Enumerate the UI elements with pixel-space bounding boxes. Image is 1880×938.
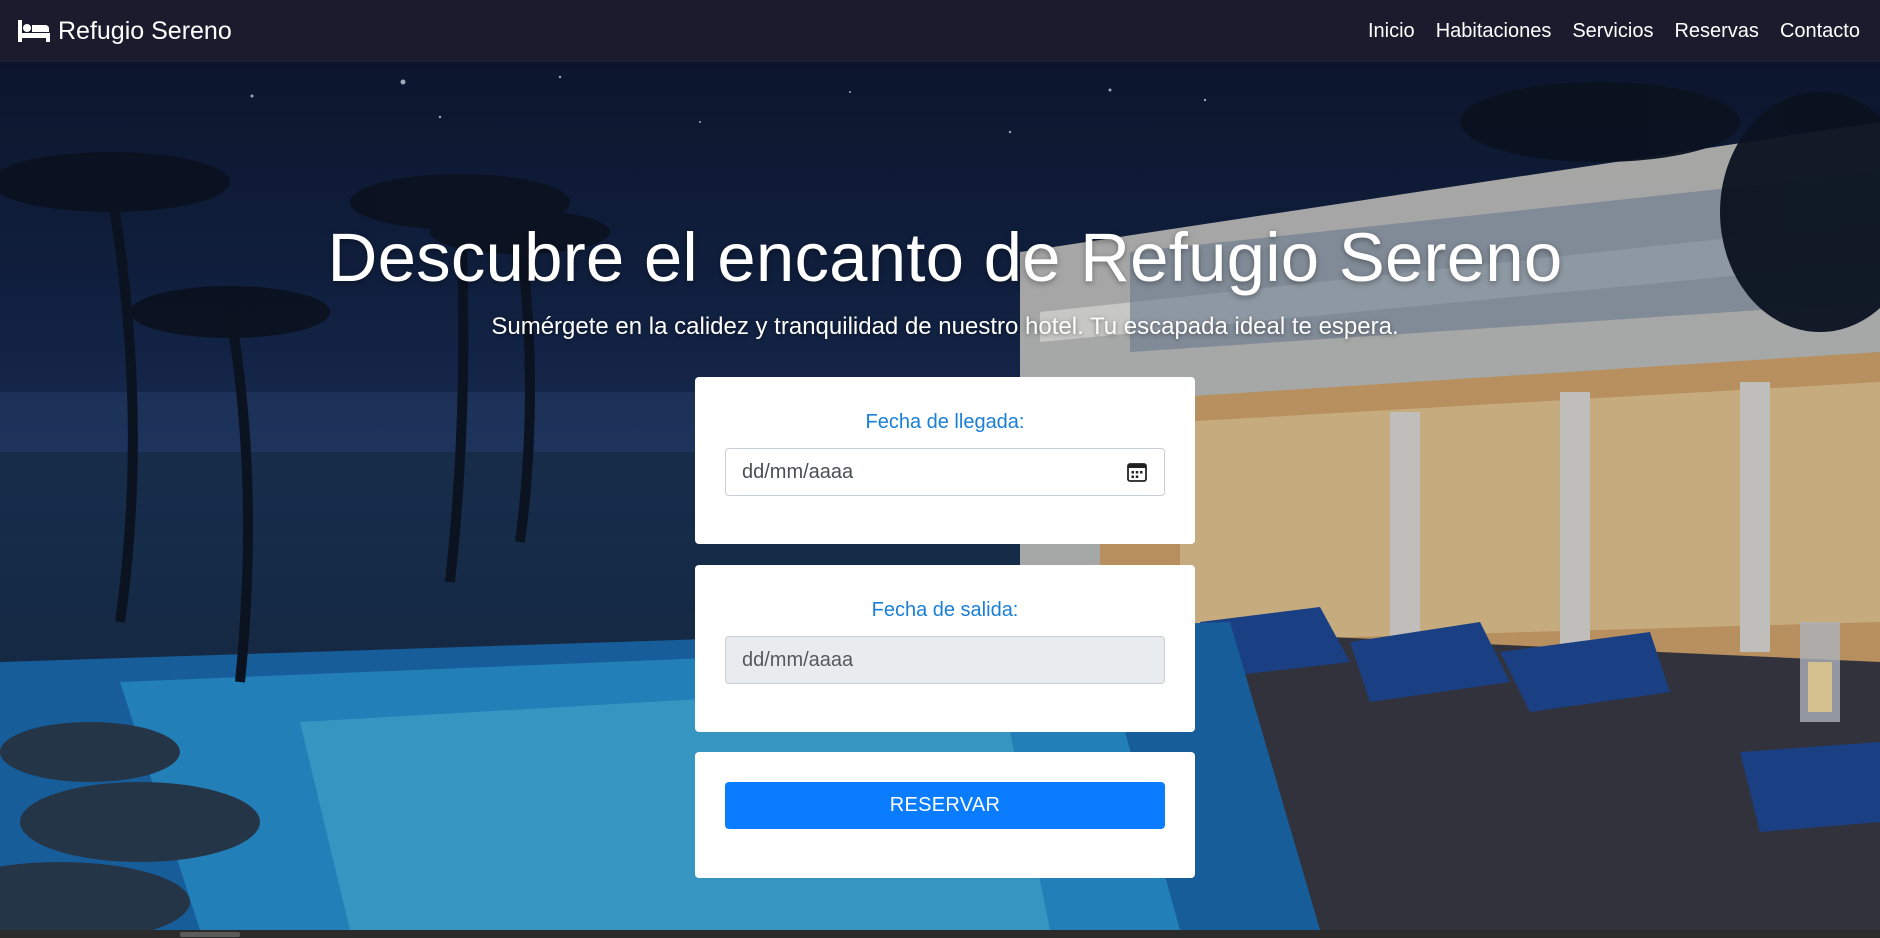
brand-name: Refugio Sereno [58,16,232,45]
nav-link-contacto[interactable]: Contacto [1780,20,1860,43]
arrival-date-card: Fecha de llegada: dd/mm/aaaa [695,377,1195,544]
arrival-date-label: Fecha de llegada: [865,411,1025,433]
scrollbar-thumb[interactable] [180,932,240,937]
calendar-icon[interactable] [1126,461,1148,483]
brand-link[interactable]: Refugio Sereno [18,17,232,46]
nav-link-servicios[interactable]: Servicios [1572,20,1653,43]
reserve-card: RESERVAR [695,752,1195,878]
hero-title: Descubre el encanto de Refugio Sereno [327,219,1563,296]
reserve-button[interactable]: RESERVAR [725,782,1165,829]
departure-date-card: Fecha de salida: dd/mm/aaaa [695,565,1195,732]
departure-date-input[interactable]: dd/mm/aaaa [725,636,1165,684]
hero-subtitle: Sumérgete en la calidez y tranquilidad d… [491,313,1399,340]
nav-link-inicio[interactable]: Inicio [1368,20,1415,43]
bed-icon [18,20,50,42]
horizontal-scrollbar[interactable] [0,930,1880,938]
departure-date-placeholder: dd/mm/aaaa [742,648,854,671]
navbar: Refugio Sereno Inicio Habitaciones Servi… [0,0,1880,62]
nav-menu: Inicio Habitaciones Servicios Reservas C… [1368,20,1860,43]
nav-link-habitaciones[interactable]: Habitaciones [1436,20,1552,43]
arrival-date-input[interactable]: dd/mm/aaaa [725,448,1165,496]
departure-date-label: Fecha de salida: [871,599,1019,621]
nav-link-reservas[interactable]: Reservas [1674,20,1758,43]
arrival-date-placeholder: dd/mm/aaaa [742,460,854,483]
